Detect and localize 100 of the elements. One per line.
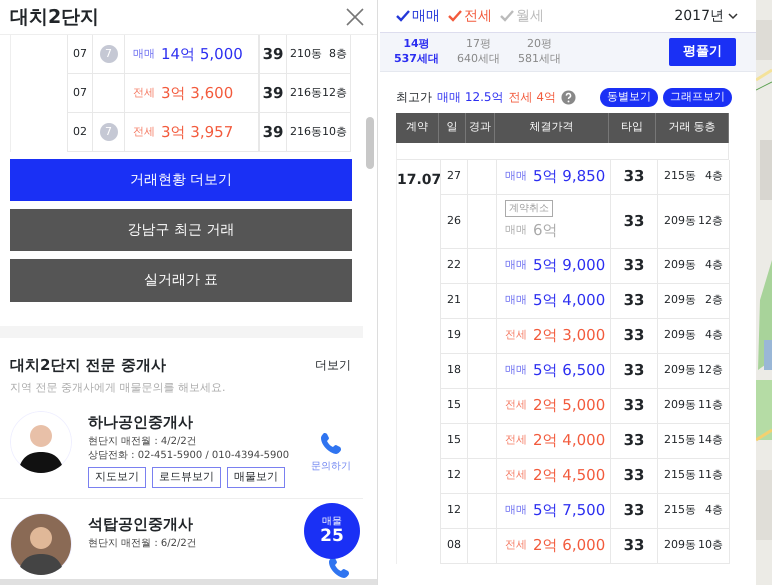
price: 2억 4,500: [533, 465, 606, 486]
deal-type: 전세: [505, 327, 527, 344]
agent-name: 하나공인중개사: [88, 412, 194, 433]
price: 5억 6,500: [533, 360, 606, 382]
price: 5억 7,500: [533, 500, 606, 522]
deal-type: 전세: [505, 537, 527, 554]
price: 2억 4,000: [533, 430, 606, 452]
building: 215동: [664, 502, 696, 518]
building: 209동: [664, 327, 696, 344]
inquiry-link[interactable]: 문의하기: [311, 458, 352, 474]
agent-info: 현단지 매전월 : 6/2/2건: [88, 537, 197, 552]
deal-type: 전세: [133, 124, 155, 140]
size-button[interactable]: 평풀기: [669, 38, 736, 66]
floor: 10층: [698, 537, 723, 554]
table-cell: 15: [440, 424, 467, 458]
floor: 10층: [322, 124, 348, 140]
building: 209동: [664, 397, 696, 414]
table-cell: 27: [440, 160, 467, 194]
table-cell: 33: [610, 424, 657, 458]
count-badge: 7: [100, 45, 118, 63]
column-header: 일: [439, 112, 466, 142]
price: 3억 3,957: [161, 122, 234, 143]
floor: 12층: [698, 212, 723, 229]
table-cell: 33: [610, 318, 657, 352]
building: 215동: [664, 432, 696, 448]
table-cell: 39: [258, 113, 286, 151]
table-cell: 33: [610, 354, 657, 388]
deal-type: 전세: [505, 397, 527, 414]
table-cell: 12: [440, 494, 467, 528]
table-cell-text: 02: [72, 124, 88, 140]
action-button[interactable]: 지도보기: [88, 467, 146, 488]
column-header: 계약: [396, 112, 439, 142]
deal-type: 매매: [505, 222, 527, 238]
size-tab[interactable]: 14평 537세대: [394, 37, 439, 67]
deal-type: 전세: [505, 432, 527, 448]
section-subtitle: 지역 전문 중개사에게 매물문의를 해보세요.: [9, 380, 226, 396]
building: 209동: [664, 212, 696, 229]
floor: 4층: [705, 257, 723, 274]
column-header: 체결가격: [495, 112, 609, 142]
table-cell: 33: [610, 248, 657, 282]
deal-type: 전세: [505, 467, 527, 484]
table-cell: 33: [610, 194, 657, 248]
agent-info: 상담전화 : 02-451-5900 / 010-4394-5900: [88, 449, 290, 464]
floor: 4층: [705, 502, 723, 518]
listings-badge[interactable]: 매물 25: [304, 503, 360, 559]
max-price-label: 최고가: [396, 89, 432, 106]
building: 215동: [664, 467, 696, 484]
view-button[interactable]: 그래프보기: [663, 88, 732, 106]
action-button[interactable]: 거래현황 더보기: [10, 158, 352, 202]
table-cell: 33: [610, 528, 657, 562]
year-dropdown[interactable]: 2017년: [674, 6, 738, 26]
price: 5억 9,850: [533, 166, 606, 188]
table-cell-text: 07: [72, 84, 88, 101]
building: 209동: [664, 257, 696, 274]
floor: 14층: [698, 432, 723, 448]
table-cell: 18: [440, 354, 467, 388]
deal-type: 매매: [505, 502, 527, 518]
table-cell: 12: [440, 458, 467, 492]
action-button[interactable]: 강남구 최근 거래: [10, 209, 352, 252]
max-jeonse-price: 전세 4억: [508, 89, 556, 106]
month-cell: 17.07: [397, 172, 442, 188]
building: 209동: [664, 362, 696, 378]
price: 2억 3,000: [533, 325, 606, 346]
floor: 11층: [698, 397, 723, 414]
more-link[interactable]: 더보기: [315, 356, 352, 374]
floor: 12층: [698, 362, 723, 378]
column-header: 거래 동층: [656, 112, 729, 142]
view-button[interactable]: 동별보기: [600, 88, 658, 106]
price: 5억 4,000: [533, 290, 606, 312]
action-button[interactable]: 매물보기: [227, 467, 285, 488]
deal-type: 매매: [505, 292, 527, 308]
floor: 4층: [705, 327, 723, 344]
table-cell: 15: [440, 388, 467, 422]
table-cell: 26: [440, 194, 467, 248]
price: 6억: [533, 220, 558, 242]
table-cell: 39: [258, 35, 286, 73]
floor: 12층: [322, 84, 348, 101]
price: 5억 9,000: [533, 255, 606, 276]
cancelled-tag: 계약취소: [505, 200, 553, 218]
agent-name: 석탑공인중개사: [88, 514, 194, 535]
section-title: 대치2단지 전문 중개사: [10, 356, 166, 374]
agent-info: 현단지 매전월 : 4/2/2건: [88, 435, 198, 450]
table-cell: 21: [440, 284, 467, 318]
count-badge: 7: [100, 123, 118, 141]
filter-toggle[interactable]: 매매: [396, 6, 440, 26]
table-cell: 33: [610, 284, 657, 318]
deal-type: 매매: [505, 257, 527, 274]
floor: 4층: [705, 168, 723, 184]
building: 215동: [664, 168, 696, 184]
action-button[interactable]: 로드뷰보기: [152, 467, 221, 488]
table-cell: 33: [610, 160, 657, 194]
action-button[interactable]: 실거래가 표: [10, 259, 352, 302]
panel-title: 대치2단지: [10, 6, 100, 28]
floor: 11층: [698, 467, 723, 484]
building: 216동: [290, 124, 322, 140]
deal-type: 매매: [505, 168, 527, 184]
building: 210동: [290, 46, 322, 62]
table-cell-text: 07: [72, 46, 88, 62]
table-cell: 33: [610, 458, 657, 492]
deal-type: 매매: [505, 362, 527, 378]
